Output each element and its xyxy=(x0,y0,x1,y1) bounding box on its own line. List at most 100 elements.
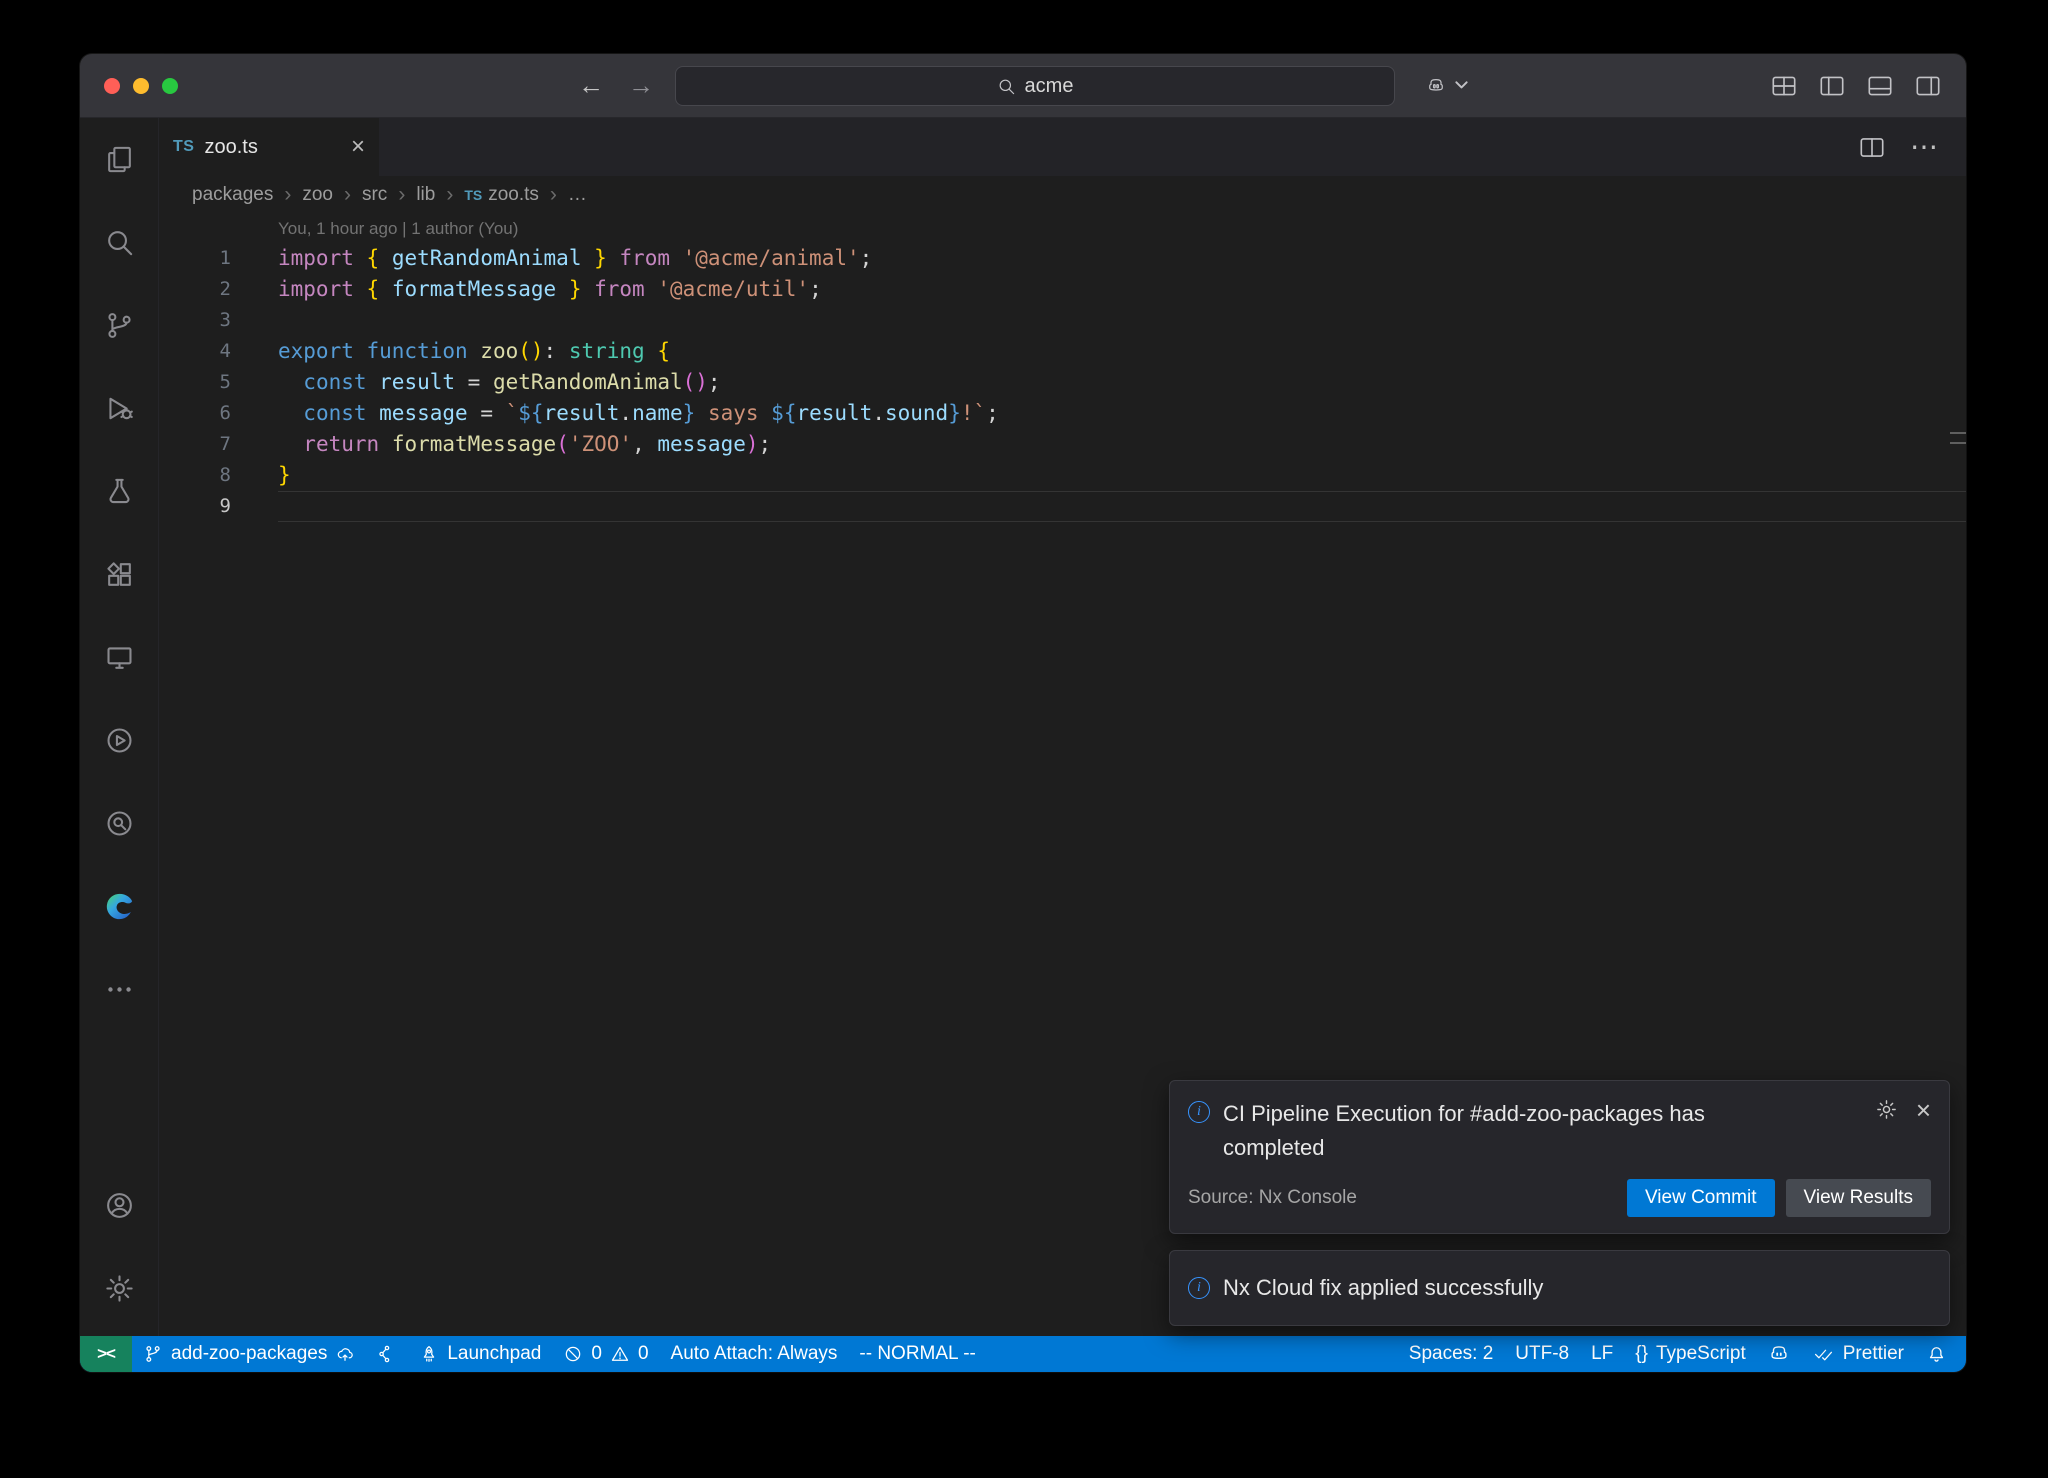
info-icon: i xyxy=(1188,1101,1210,1123)
braces-icon: {} xyxy=(1635,1343,1648,1365)
code-area: 1import { getRandomAnimal } from '@acme/… xyxy=(159,243,1966,522)
command-center-text: acme xyxy=(1025,75,1074,98)
breadcrumb-item[interactable]: zoo xyxy=(302,184,333,206)
line-number: 3 xyxy=(159,305,278,336)
view-results-button[interactable]: View Results xyxy=(1786,1179,1931,1217)
vscode-window: ← → acme xyxy=(80,54,1966,1372)
minimize-window-button[interactable] xyxy=(133,78,149,94)
eol-status[interactable]: LF xyxy=(1580,1336,1624,1372)
breadcrumb-separator-icon: › xyxy=(398,183,405,207)
gitlens-blame-lens[interactable]: You, 1 hour ago | 1 author (You) xyxy=(159,214,1966,243)
breadcrumb-item[interactable]: lib xyxy=(416,184,435,206)
close-notification-icon[interactable]: × xyxy=(1916,1097,1931,1123)
overview-ruler-mark xyxy=(1950,442,1966,444)
branch-status[interactable]: add-zoo-packages xyxy=(132,1336,366,1372)
status-bar: >< add-zoo-packages Launchpad xyxy=(80,1336,1966,1372)
close-tab-icon[interactable]: × xyxy=(351,135,365,159)
toggle-primary-sidebar-icon[interactable] xyxy=(1820,76,1844,96)
code-line[interactable]: 7 return formatMessage('ZOO', message); xyxy=(159,429,1966,460)
line-number: 1 xyxy=(159,243,278,274)
window-controls xyxy=(80,78,178,94)
notification-source: Source: Nx Console xyxy=(1188,1187,1357,1209)
branch-name: add-zoo-packages xyxy=(171,1343,327,1365)
activity-bar xyxy=(80,118,159,1336)
code-line[interactable]: 1import { getRandomAnimal } from '@acme/… xyxy=(159,243,1966,274)
breadcrumb-item[interactable]: … xyxy=(568,184,587,206)
code-line[interactable]: 9 xyxy=(159,491,1966,522)
breadcrumb-item[interactable]: src xyxy=(362,184,387,206)
explorer-icon[interactable] xyxy=(80,118,158,201)
navigate-back-button[interactable]: ← xyxy=(578,70,604,101)
code-line[interactable]: 4export function zoo(): string { xyxy=(159,336,1966,367)
edge-browser-icon[interactable] xyxy=(80,865,158,948)
code-line[interactable]: 2import { formatMessage } from '@acme/ut… xyxy=(159,274,1966,305)
account-icon[interactable] xyxy=(80,1164,158,1247)
overview-ruler-mark xyxy=(1950,432,1966,434)
indentation-status[interactable]: Spaces: 2 xyxy=(1398,1336,1505,1372)
errors-icon xyxy=(563,1344,583,1364)
encoding-status[interactable]: UTF-8 xyxy=(1504,1336,1580,1372)
zoom-window-button[interactable] xyxy=(162,78,178,94)
chevron-down-icon xyxy=(1455,81,1468,90)
language-mode-status[interactable]: {} TypeScript xyxy=(1624,1336,1756,1372)
breadcrumb-item[interactable]: packages xyxy=(192,184,273,206)
copilot-icon xyxy=(1424,76,1448,96)
remote-explorer-icon[interactable] xyxy=(80,616,158,699)
tab-bar: TS zoo.ts × ⋯ xyxy=(159,118,1966,176)
line-number: 7 xyxy=(159,429,278,460)
command-center-search[interactable]: acme xyxy=(675,66,1395,106)
source-control-graph-icon xyxy=(377,1344,397,1364)
bell-icon xyxy=(1926,1344,1947,1365)
copilot-status[interactable] xyxy=(1757,1336,1801,1372)
error-count: 0 xyxy=(591,1343,602,1365)
copilot-icon xyxy=(1768,1343,1790,1365)
double-check-icon xyxy=(1812,1344,1835,1364)
line-number: 4 xyxy=(159,336,278,367)
toggle-secondary-sidebar-icon[interactable] xyxy=(1916,76,1940,96)
git-branch-icon xyxy=(143,1344,163,1364)
notification-toast-nx-cloud: i Nx Cloud fix applied successfully xyxy=(1169,1250,1950,1326)
source-control-icon[interactable] xyxy=(80,284,158,367)
code-line[interactable]: 8} xyxy=(159,460,1966,491)
title-bar: ← → acme xyxy=(80,54,1966,118)
notifications-bell[interactable] xyxy=(1915,1336,1958,1372)
remote-icon: >< xyxy=(97,1344,115,1364)
run-debug-icon[interactable] xyxy=(80,367,158,450)
prettier-status[interactable]: Prettier xyxy=(1801,1336,1915,1372)
settings-gear-icon[interactable] xyxy=(80,1247,158,1330)
search-icon xyxy=(997,77,1016,96)
view-commit-button[interactable]: View Commit xyxy=(1627,1179,1775,1217)
vim-mode-status[interactable]: -- NORMAL -- xyxy=(848,1336,986,1372)
breadcrumb-item[interactable]: TSzoo.ts xyxy=(464,184,539,206)
launchpad-status[interactable]: Launchpad xyxy=(408,1336,552,1372)
line-number: 6 xyxy=(159,398,278,429)
nx-console-icon[interactable] xyxy=(80,699,158,782)
auto-attach-status[interactable]: Auto Attach: Always xyxy=(660,1336,849,1372)
customize-layout-icon[interactable] xyxy=(1772,76,1796,96)
rocket-icon xyxy=(419,1344,439,1364)
tab-zoo-ts[interactable]: TS zoo.ts × xyxy=(159,118,379,176)
line-number: 5 xyxy=(159,367,278,398)
split-editor-icon[interactable] xyxy=(1860,137,1884,158)
breadcrumb-separator-icon: › xyxy=(284,183,291,207)
close-window-button[interactable] xyxy=(104,78,120,94)
breadcrumb-separator-icon: › xyxy=(446,183,453,207)
code-line[interactable]: 3 xyxy=(159,305,1966,336)
code-line[interactable]: 6 const message = `${result.name} says $… xyxy=(159,398,1966,429)
search-view-icon[interactable] xyxy=(80,201,158,284)
inspect-icon[interactable] xyxy=(80,782,158,865)
problems-status[interactable]: 0 0 xyxy=(552,1336,659,1372)
cloud-upload-icon xyxy=(335,1344,355,1364)
notification-settings-gear-icon[interactable] xyxy=(1875,1098,1898,1121)
code-line[interactable]: 5 const result = getRandomAnimal(); xyxy=(159,367,1966,398)
testing-icon[interactable] xyxy=(80,450,158,533)
remote-indicator[interactable]: >< xyxy=(80,1336,132,1372)
source-control-graph-status[interactable] xyxy=(366,1336,408,1372)
warning-count: 0 xyxy=(638,1343,649,1365)
extensions-icon[interactable] xyxy=(80,533,158,616)
copilot-menu[interactable] xyxy=(1424,54,1468,117)
toggle-panel-icon[interactable] xyxy=(1868,76,1892,96)
notification-message: CI Pipeline Execution for #add-zoo-packa… xyxy=(1223,1097,1738,1165)
additional-views-icon[interactable] xyxy=(80,948,158,1031)
navigate-forward-button[interactable]: → xyxy=(628,70,654,101)
